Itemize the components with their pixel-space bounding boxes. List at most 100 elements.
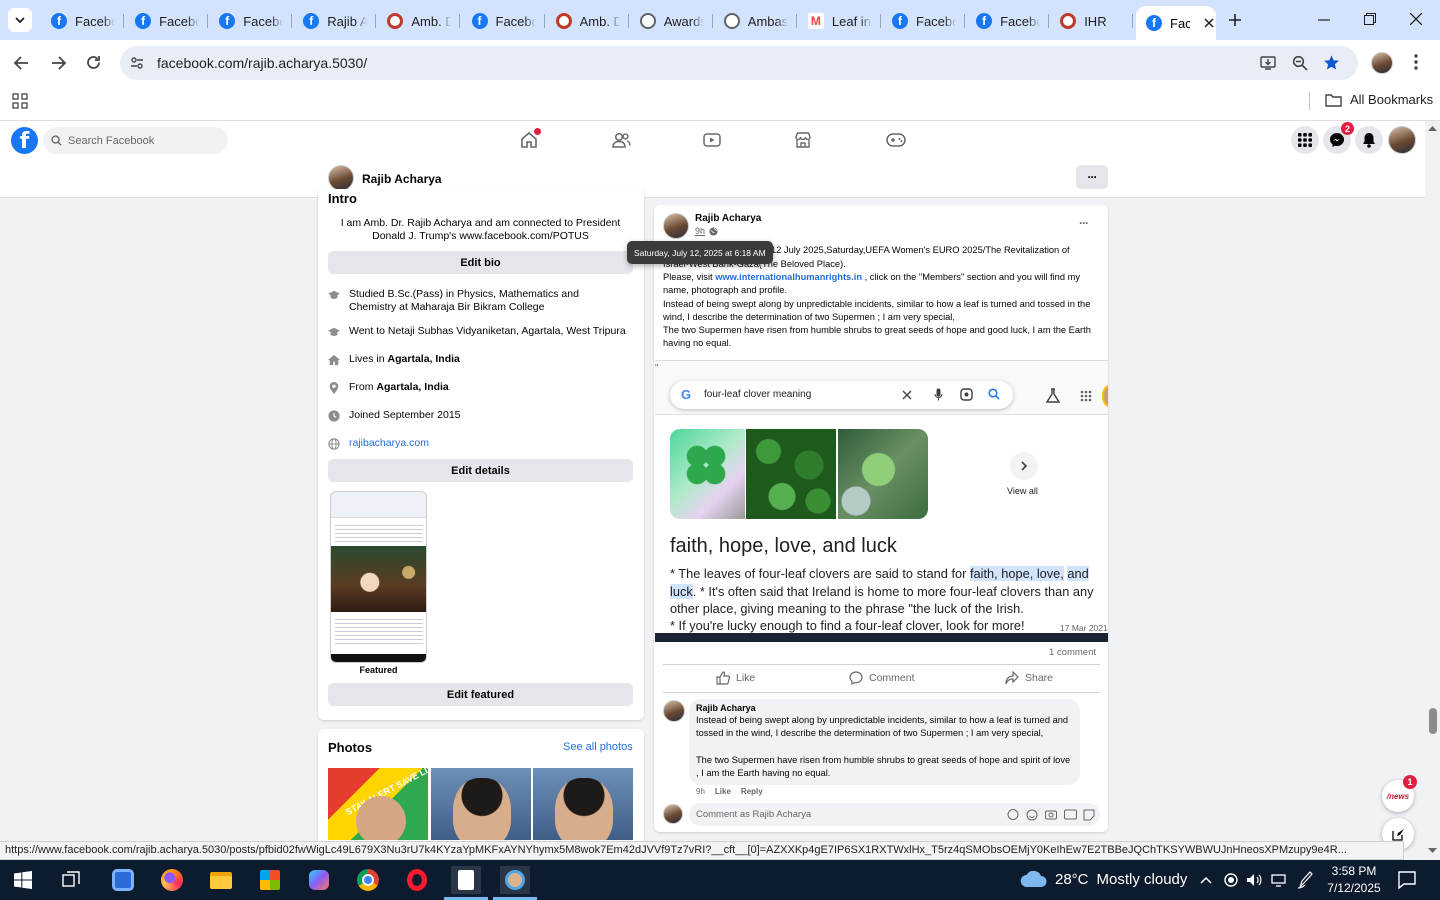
- profile-name[interactable]: Rajib Acharya: [362, 172, 442, 186]
- volume-icon[interactable]: [1246, 873, 1262, 887]
- notepad-taskbar-icon[interactable]: [451, 866, 481, 894]
- url-text[interactable]: facebook.com/rajib.acharya.5030/: [157, 55, 367, 71]
- notification-center-icon[interactable]: [1398, 871, 1416, 889]
- close-icon[interactable]: [1204, 18, 1214, 28]
- browser-tab[interactable]: f Facebook: [881, 8, 965, 34]
- avatar-sticker-icon[interactable]: [1007, 809, 1019, 820]
- browser-tab[interactable]: f Facebook: [965, 8, 1050, 34]
- comment-button[interactable]: Comment: [849, 671, 915, 685]
- post-author-avatar[interactable]: [663, 213, 689, 239]
- opera-taskbar-icon[interactable]: [402, 866, 432, 894]
- lives-place[interactable]: Agartala, India: [388, 353, 460, 365]
- browser-tab[interactable]: Awards: [629, 8, 713, 34]
- profile-avatar[interactable]: [328, 165, 354, 191]
- browser-tab[interactable]: Amb. Dr.: [376, 8, 461, 34]
- video-icon[interactable]: [703, 132, 721, 148]
- chrome-taskbar-icon[interactable]: [353, 866, 383, 894]
- write-comment-input[interactable]: Comment as Rajib Acharya: [689, 803, 1100, 826]
- active-tab[interactable]: f Facebook: [1136, 6, 1216, 40]
- taskbar-app-1[interactable]: [108, 866, 138, 894]
- marketplace-icon[interactable]: [794, 131, 812, 149]
- browser-tab[interactable]: f Facebook: [461, 8, 545, 34]
- edit-details-button[interactable]: Edit details: [328, 459, 633, 482]
- task-view-icon[interactable]: [62, 871, 80, 889]
- browser-tab[interactable]: IHR: [1049, 8, 1134, 34]
- gif-icon[interactable]: [1064, 809, 1077, 820]
- kebab-menu-icon[interactable]: [1414, 54, 1418, 70]
- scrollbar-thumb[interactable]: [1429, 708, 1437, 734]
- bookmark-star-icon[interactable]: [1323, 54, 1340, 71]
- minimize-icon[interactable]: [1318, 19, 1330, 21]
- scroll-up-icon[interactable]: [1428, 125, 1437, 131]
- facebook-search-input[interactable]: Search Facebook: [43, 127, 228, 154]
- comment-count[interactable]: 1 comment: [1049, 647, 1096, 658]
- weather-widget[interactable]: 28°C Mostly cloudy: [1020, 870, 1187, 888]
- browser-tab[interactable]: f Rajib Acharya: [292, 8, 377, 34]
- post-more-button[interactable]: ···: [1079, 216, 1089, 230]
- visit-link[interactable]: www.internationalhumanrights.in: [715, 272, 862, 282]
- browser-tab[interactable]: Amb. Dr.: [545, 8, 629, 34]
- see-all-photos-link[interactable]: See all photos: [563, 741, 633, 753]
- browser-tab[interactable]: Ambassador: [713, 8, 797, 34]
- tab-search-button[interactable]: [8, 8, 32, 32]
- browser-tab[interactable]: f Facebook: [208, 8, 293, 34]
- like-button[interactable]: Like: [716, 671, 755, 685]
- intro-website-link[interactable]: rajibacharya.com: [349, 437, 429, 450]
- commenter-avatar[interactable]: [663, 700, 685, 722]
- account-avatar[interactable]: [1388, 126, 1416, 154]
- comment-time[interactable]: 9h: [696, 787, 705, 796]
- notifications-button[interactable]: [1355, 126, 1383, 154]
- chevron-up-icon[interactable]: [1200, 876, 1212, 884]
- snipping-taskbar-icon[interactable]: [500, 866, 530, 894]
- browser-tab[interactable]: f Facebook: [124, 8, 209, 34]
- new-tab-plus-icon[interactable]: [1228, 13, 1242, 27]
- close-window-icon[interactable]: [1410, 13, 1422, 25]
- reload-icon[interactable]: [86, 55, 101, 70]
- store-taskbar-icon[interactable]: [255, 866, 285, 894]
- share-button[interactable]: Share: [1005, 671, 1053, 685]
- facebook-logo[interactable]: f: [11, 127, 38, 154]
- gaming-icon[interactable]: [886, 133, 906, 147]
- restore-icon[interactable]: [1364, 13, 1376, 25]
- site-settings-icon[interactable]: [130, 56, 144, 70]
- friends-icon[interactable]: [611, 132, 631, 149]
- install-app-icon[interactable]: [1260, 55, 1276, 71]
- sticker-icon[interactable]: [1083, 809, 1095, 821]
- edit-bio-button[interactable]: Edit bio: [328, 251, 633, 274]
- post-timestamp[interactable]: 9h: [695, 226, 705, 236]
- all-bookmarks-button[interactable]: All Bookmarks: [1325, 92, 1433, 107]
- scroll-down-icon[interactable]: [1428, 848, 1437, 854]
- zoom-icon[interactable]: [1292, 55, 1308, 71]
- browser-profile-avatar[interactable]: [1371, 52, 1393, 74]
- edit-featured-button[interactable]: Edit featured: [328, 683, 633, 706]
- browser-tab[interactable]: M Leaf in: [797, 8, 881, 34]
- more-options-button[interactable]: ···: [1076, 165, 1108, 189]
- camera-icon[interactable]: [1045, 809, 1057, 820]
- comment-like[interactable]: Like: [715, 787, 731, 796]
- from-place[interactable]: Agartala, India: [376, 381, 448, 393]
- firefox-taskbar-icon[interactable]: [157, 866, 187, 894]
- comment-author[interactable]: Rajib Acharya: [696, 703, 756, 713]
- post-author-name[interactable]: Rajib Acharya: [695, 213, 761, 224]
- back-arrow-icon[interactable]: [14, 56, 29, 70]
- photo-thumbnail-2[interactable]: [431, 768, 531, 840]
- apps-grid-icon[interactable]: [12, 93, 28, 109]
- address-bar[interactable]: facebook.com/rajib.acharya.5030/: [120, 46, 1358, 80]
- comment-reply[interactable]: Reply: [741, 787, 763, 796]
- photo-thumbnail-3[interactable]: [533, 768, 633, 840]
- menu-button[interactable]: [1291, 126, 1319, 154]
- pen-icon[interactable]: [1297, 871, 1313, 889]
- browser-tab[interactable]: f Facebook: [40, 8, 124, 34]
- windows-start-icon[interactable]: [14, 871, 32, 889]
- page-scrollbar[interactable]: [1425, 121, 1440, 860]
- emoji-icon[interactable]: [1026, 809, 1038, 821]
- photo-thumbnail-1[interactable]: STAY ALERT SAVE LIVES: [328, 768, 428, 840]
- clock[interactable]: 3:58 PM 7/12/2025: [1326, 863, 1382, 897]
- featured-story-thumbnail[interactable]: [330, 491, 427, 663]
- file-explorer-taskbar-icon[interactable]: [206, 866, 236, 894]
- network-icon[interactable]: [1271, 873, 1287, 887]
- record-icon[interactable]: [1224, 873, 1238, 887]
- forward-arrow-icon[interactable]: [51, 56, 66, 70]
- post-image[interactable]: " G four-leaf clover meaning View all fa…: [655, 360, 1108, 642]
- copilot-taskbar-icon[interactable]: [304, 866, 334, 894]
